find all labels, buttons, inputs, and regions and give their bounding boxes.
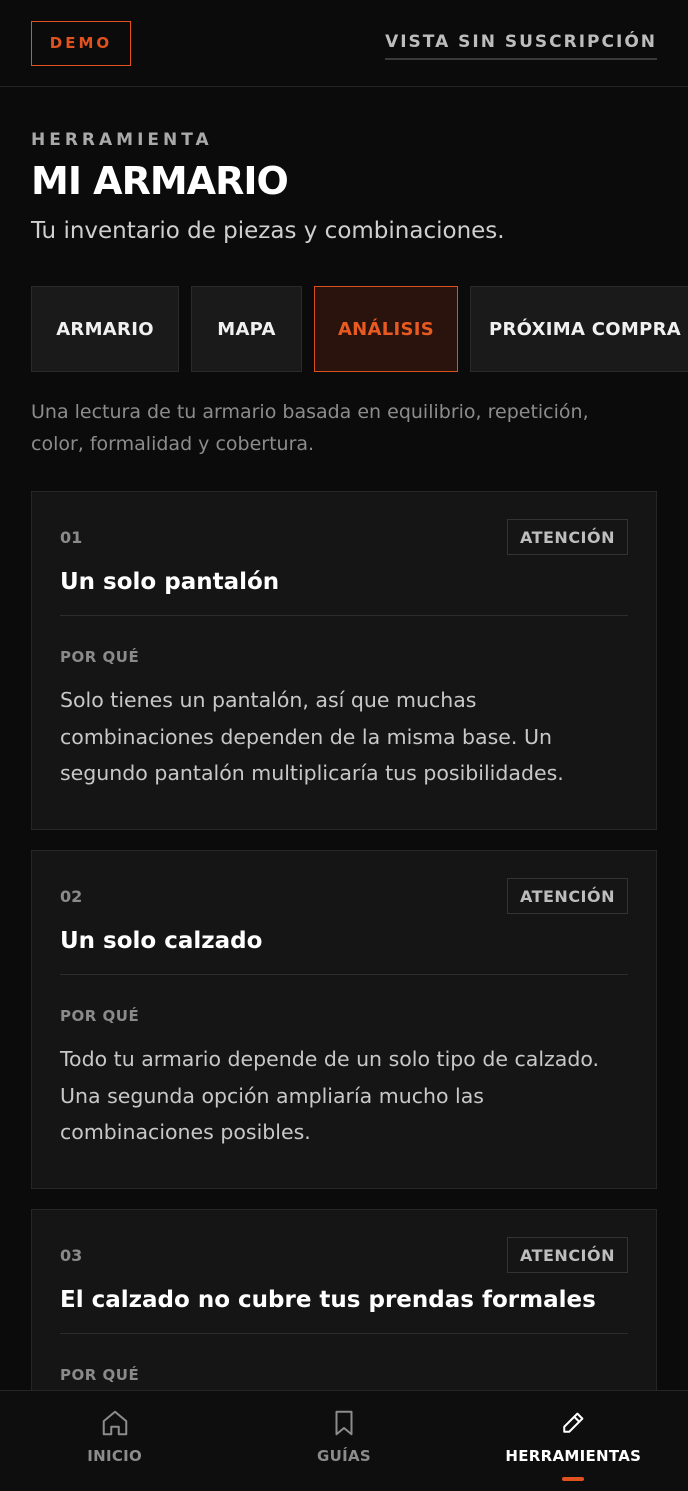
card-number: 02	[60, 886, 83, 906]
tab-analisis[interactable]: ANÁLISIS	[314, 286, 458, 372]
card-number: 01	[60, 527, 83, 547]
page-title: MI ARMARIO	[31, 159, 289, 203]
card-title: El calzado no cubre tus prendas formales	[60, 1287, 596, 1313]
subscription-link[interactable]: VISTA SIN SUSCRIPCIÓN	[385, 32, 657, 60]
analysis-card: 02 ATENCIÓN Un solo calzado POR QUÉ Todo…	[31, 850, 657, 1189]
tab-mapa[interactable]: MAPA	[191, 286, 302, 372]
card-title: Un solo pantalón	[60, 569, 280, 595]
page: DEMO VISTA SIN SUSCRIPCIÓN HERRAMIENTA M…	[0, 0, 688, 1491]
divider	[60, 1333, 628, 1334]
top-bar: DEMO VISTA SIN SUSCRIPCIÓN	[0, 0, 688, 87]
nav-item-herramientas[interactable]: HERRAMIENTAS	[459, 1391, 688, 1491]
nav-label: GUÍAS	[316, 1447, 371, 1465]
card-body: Todo tu armario depende de un solo tipo …	[60, 1047, 600, 1144]
section-kicker: HERRAMIENTA	[31, 130, 213, 150]
nav-item-guias[interactable]: GUÍAS	[229, 1391, 458, 1491]
status-badge: ATENCIÓN	[506, 519, 628, 555]
tab-bar: ARMARIO MAPA ANÁLISIS PRÓXIMA COMPRA	[31, 286, 688, 372]
active-indicator	[562, 1477, 585, 1481]
card-label: POR QUÉ	[60, 1366, 140, 1384]
divider	[60, 974, 628, 975]
home-icon	[102, 1410, 127, 1436]
bottom-nav: INICIO GUÍAS HERRAMIENTAS	[0, 1390, 688, 1491]
nav-label: HERRAMIENTAS	[505, 1447, 642, 1465]
card-label: POR QUÉ	[60, 648, 140, 666]
status-badge: ATENCIÓN	[506, 1237, 628, 1273]
card-number: 03	[60, 1245, 83, 1265]
tab-proxima-compra[interactable]: PRÓXIMA COMPRA	[470, 286, 688, 372]
card-label: POR QUÉ	[60, 1007, 140, 1025]
tab-armario[interactable]: ARMARIO	[31, 286, 179, 372]
analysis-card: 01 ATENCIÓN Un solo pantalón POR QUÉ Sol…	[31, 491, 657, 830]
status-badge: ATENCIÓN	[506, 878, 628, 914]
demo-badge: DEMO	[31, 20, 131, 66]
nav-item-inicio[interactable]: INICIO	[0, 1391, 229, 1491]
page-subtitle: Tu inventario de piezas y combinaciones.	[31, 218, 505, 244]
card-body: Solo tienes un pantalón, así que muchas …	[60, 688, 564, 785]
page-header: HERRAMIENTA MI ARMARIO Tu inventario de …	[0, 130, 688, 244]
card-title: Un solo calzado	[60, 928, 263, 954]
divider	[60, 615, 628, 616]
pencil-icon	[563, 1412, 584, 1433]
bookmark-icon	[335, 1410, 353, 1436]
analysis-intro: Una lectura de tu armario basada en equi…	[31, 401, 589, 455]
nav-label: INICIO	[87, 1447, 143, 1465]
